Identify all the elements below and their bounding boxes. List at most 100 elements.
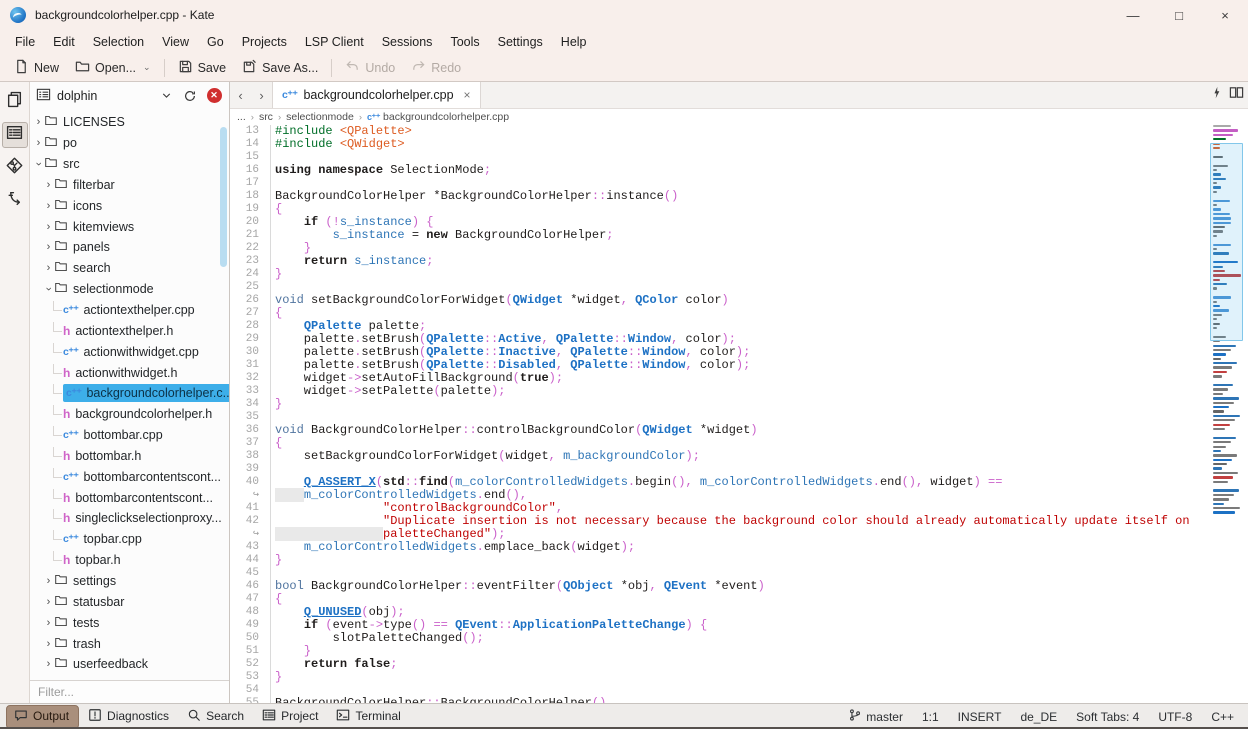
line-number: 19 [230,203,271,216]
tree-item-actiontexthelper-cpp[interactable]: c⁺⁺actiontexthelper.cpp [30,300,229,321]
maximize-button[interactable]: □ [1156,0,1202,30]
project-name[interactable]: dolphin [57,89,97,103]
tree-item-bottombar-cpp[interactable]: c⁺⁺bottombar.cpp [30,425,229,446]
minimap-scrollbar[interactable] [1210,125,1243,703]
tool-view-documents[interactable] [2,89,28,115]
menu-lsp-client[interactable]: LSP Client [296,32,373,52]
quick-open-bolt-icon[interactable] [1210,86,1223,104]
syntax-mode-status[interactable]: C++ [1211,710,1234,724]
tree-item-label: bottombarcontentscont... [75,491,213,505]
new-button[interactable]: New [6,56,67,80]
menu-selection[interactable]: Selection [84,32,153,52]
redo-button[interactable]: Redo [403,56,469,80]
menu-tools[interactable]: Tools [441,32,488,52]
menu-projects[interactable]: Projects [233,32,296,52]
undo-button[interactable]: Undo [337,56,403,80]
minimize-button[interactable]: — [1110,0,1156,30]
new-document-icon [14,59,29,77]
save-button[interactable]: Save [170,56,235,80]
tree-item-singleclickselectionproxy-[interactable]: hsingleclickselectionproxy... [30,508,229,529]
input-mode-status[interactable]: INSERT [958,710,1002,724]
menu-edit[interactable]: Edit [44,32,84,52]
history-forward-icon[interactable]: › [251,82,272,108]
expander-icon[interactable]: › [43,658,54,670]
split-view-icon[interactable] [1229,85,1244,105]
tree-item-tests[interactable]: ›tests [30,612,229,633]
git-branch-status[interactable]: master [848,708,903,725]
tree-item-panels[interactable]: ›panels [30,237,229,258]
folder-icon [54,281,68,297]
breadcrumb-item[interactable]: c⁺⁺backgroundcolorhelper.cpp [367,111,509,123]
tree-item-backgroundcolorhelper-c-[interactable]: c⁺⁺backgroundcolorhelper.c... [30,383,229,404]
project-button[interactable]: Project [255,706,327,728]
expander-icon[interactable]: › [43,241,54,253]
breadcrumb-item[interactable]: selectionmode [286,111,354,123]
expander-icon[interactable]: › [43,179,54,191]
tool-view-git[interactable] [2,155,28,181]
tree-item-search[interactable]: ›search [30,258,229,279]
history-back-icon[interactable]: ‹ [230,82,251,108]
expander-icon[interactable]: › [43,284,55,295]
tree-item-bottombar-h[interactable]: hbottombar.h [30,446,229,467]
tree-item-actiontexthelper-h[interactable]: hactiontexthelper.h [30,320,229,341]
expander-icon[interactable]: › [43,638,54,650]
menu-view[interactable]: View [153,32,198,52]
tree-item-backgroundcolorhelper-h[interactable]: hbackgroundcolorhelper.h [30,404,229,425]
refresh-icon[interactable] [181,87,199,105]
expander-icon[interactable]: › [43,262,54,274]
breadcrumb-item[interactable]: ... [237,111,246,123]
tree-item-settings[interactable]: ›settings [30,571,229,592]
cursor-position-status[interactable]: 1:1 [922,710,939,724]
expander-icon[interactable]: › [43,221,54,233]
tree-item-icons[interactable]: ›icons [30,195,229,216]
tree-item-filterbar[interactable]: ›filterbar [30,175,229,196]
tree-item-topbar-h[interactable]: htopbar.h [30,550,229,571]
output-button[interactable]: Output [6,705,79,729]
terminal-button[interactable]: Terminal [329,706,409,728]
menu-help[interactable]: Help [552,32,596,52]
menu-settings[interactable]: Settings [489,32,552,52]
tab-width-status[interactable]: Soft Tabs: 4 [1076,710,1139,724]
filter-input[interactable] [30,680,229,703]
close-button[interactable]: × [1202,0,1248,30]
close-project-icon[interactable]: ✕ [205,87,223,105]
chevron-down-icon[interactable] [157,87,175,105]
expander-icon[interactable]: › [33,159,45,170]
tree-item-selectionmode[interactable]: ›selectionmode [30,279,229,300]
encoding-status[interactable]: UTF-8 [1158,710,1192,724]
expander-icon[interactable]: › [43,596,54,608]
tool-view-projects[interactable] [2,122,28,148]
dictionary-status[interactable]: de_DE [1020,710,1057,724]
expander-icon[interactable]: › [33,116,44,128]
tree-item-actionwithwidget-cpp[interactable]: c⁺⁺actionwithwidget.cpp [30,341,229,362]
tab-backgroundcolorhelper[interactable]: c⁺⁺ backgroundcolorhelper.cpp × [272,82,481,108]
expander-icon[interactable]: › [43,575,54,587]
tab-label: backgroundcolorhelper.cpp [303,88,453,102]
breadcrumb-item[interactable]: src [259,111,273,123]
menu-go[interactable]: Go [198,32,233,52]
menu-file[interactable]: File [6,32,44,52]
code-editor[interactable]: 13#include <QPalette>14#include <QWidget… [230,125,1248,703]
search-button[interactable]: Search [180,706,253,728]
expander-icon[interactable]: › [43,200,54,212]
save-as-button[interactable]: Save As... [234,56,326,80]
diagnostics-button[interactable]: Diagnostics [81,706,178,728]
tree-item-statusbar[interactable]: ›statusbar [30,591,229,612]
expander-icon[interactable]: › [43,617,54,629]
tree-item-licenses[interactable]: ›LICENSES [30,112,229,133]
tree-item-bottombarcontentscont-[interactable]: c⁺⁺bottombarcontentscont... [30,466,229,487]
tree-item-topbar-cpp[interactable]: c⁺⁺topbar.cpp [30,529,229,550]
menu-sessions[interactable]: Sessions [373,32,442,52]
expander-icon[interactable]: › [33,137,44,149]
open-button[interactable]: Open...⌄ [67,56,159,80]
tree-item-src[interactable]: ›src [30,154,229,175]
tool-view-call-hierarchy[interactable] [2,188,28,214]
tab-close-icon[interactable]: × [464,88,471,102]
tree-item-actionwithwidget-h[interactable]: hactionwithwidget.h [30,362,229,383]
tree-item-po[interactable]: ›po [30,133,229,154]
tree-item-trash[interactable]: ›trash [30,633,229,654]
tree-item-kitemviews[interactable]: ›kitemviews [30,216,229,237]
tree-item-bottombarcontentscont-[interactable]: hbottombarcontentscont... [30,487,229,508]
tree-scrollbar[interactable] [220,127,227,267]
tree-item-userfeedback[interactable]: ›userfeedback [30,654,229,675]
